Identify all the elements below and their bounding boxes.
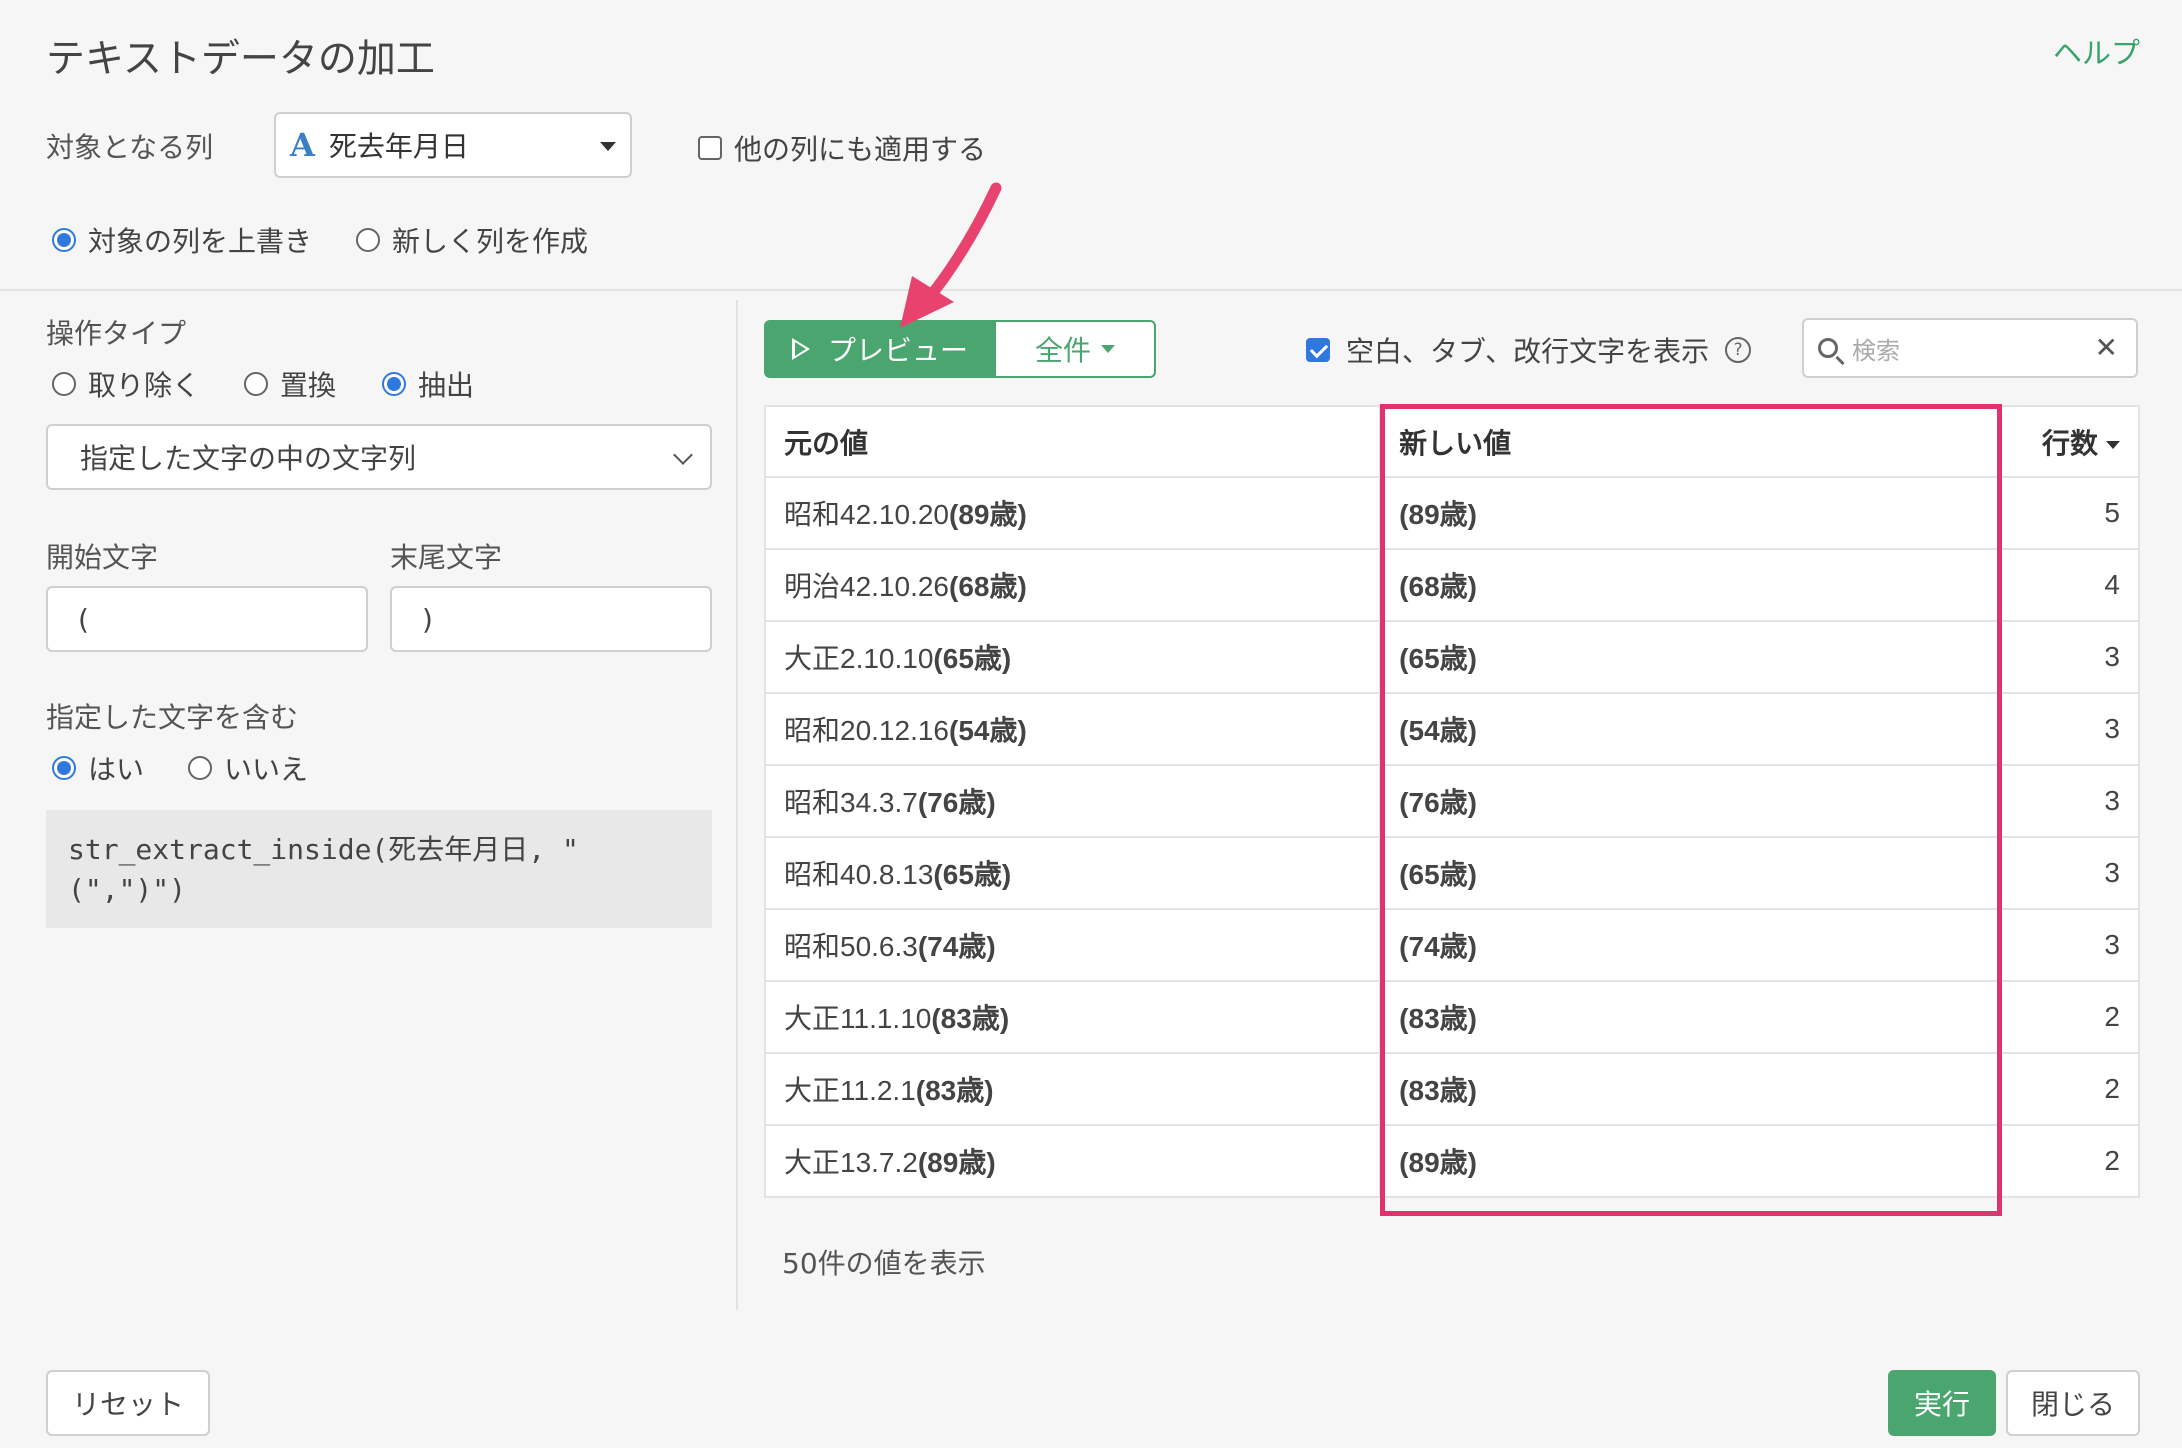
overwrite-option[interactable]: 対象の列を上書き — [52, 220, 312, 260]
operation-extract-option[interactable]: 抽出 — [382, 364, 474, 404]
column-header-original[interactable]: 元の値 — [763, 405, 1382, 478]
extract-label: 抽出 — [418, 369, 475, 402]
original-value-cell: 昭和34.3.7(76歳) — [763, 764, 1382, 838]
operation-type-label: 操作タイプ — [46, 317, 187, 350]
replace-label: 置換 — [280, 369, 337, 402]
include-no-label: いいえ — [224, 753, 309, 786]
search-input[interactable]: 検索 — [1852, 331, 1900, 366]
overwrite-radio[interactable] — [52, 228, 76, 252]
count-cell: 2 — [1998, 980, 2140, 1054]
dialog-title: テキストデータの加工 — [46, 37, 435, 82]
chevron-down-icon — [673, 445, 693, 465]
count-cell: 3 — [1998, 620, 2140, 694]
text-type-icon: A — [290, 126, 315, 164]
all-rows-label: 全件 — [1034, 334, 1091, 367]
overwrite-label: 対象の列を上書き — [88, 225, 313, 258]
new-column-label: 新しく列を作成 — [392, 225, 589, 258]
count-cell: 5 — [1998, 476, 2140, 550]
new-column-radio[interactable] — [356, 228, 380, 252]
extract-radio[interactable] — [382, 372, 406, 396]
original-value-cell: 昭和20.12.16(54歳) — [763, 692, 1382, 766]
include-no-radio[interactable] — [188, 756, 212, 780]
close-button[interactable]: 閉じる — [2006, 1370, 2140, 1436]
run-button[interactable]: 実行 — [1888, 1370, 1996, 1436]
start-char-label: 開始文字 — [46, 541, 159, 574]
help-question-icon[interactable]: ? — [1725, 337, 1752, 363]
operation-replace-option[interactable]: 置換 — [244, 364, 336, 404]
count-cell: 3 — [1998, 764, 2140, 838]
count-cell: 3 — [1998, 692, 2140, 766]
search-icon — [1818, 338, 1838, 358]
include-chars-label: 指定した文字を含む — [46, 701, 299, 734]
target-column-value: 死去年月日 — [328, 130, 469, 163]
count-cell: 2 — [1998, 1124, 2140, 1198]
caret-down-icon — [1101, 345, 1115, 353]
original-value-cell: 昭和50.6.3(74歳) — [763, 908, 1382, 982]
end-char-label: 末尾文字 — [390, 541, 503, 574]
apply-other-columns-option[interactable]: 他の列にも適用する — [698, 128, 986, 168]
new-column-option[interactable]: 新しく列を作成 — [356, 220, 588, 260]
apply-other-columns-checkbox[interactable] — [698, 136, 722, 160]
original-value-cell: 昭和40.8.13(65歳) — [763, 836, 1382, 910]
extract-method-select[interactable]: 指定した文字の中の文字列 — [46, 424, 712, 490]
original-value-cell: 大正2.10.10(65歳) — [763, 620, 1382, 694]
section-divider — [0, 289, 2182, 291]
search-box[interactable]: 検索 ✕ — [1802, 318, 2138, 378]
count-cell: 2 — [1998, 1052, 2140, 1126]
remove-label: 取り除く — [88, 369, 201, 402]
original-value-cell: 大正13.7.2(89歳) — [763, 1124, 1382, 1198]
include-no-option[interactable]: いいえ — [188, 748, 308, 788]
original-value-cell: 明治42.10.26(68歳) — [763, 548, 1382, 622]
column-header-count[interactable]: 行数 — [1998, 405, 2140, 478]
show-whitespace-option[interactable]: 空白、タブ、改行文字を表示 ? — [1306, 330, 1752, 370]
start-char-input[interactable]: ( — [46, 586, 368, 652]
extract-method-value: 指定した文字の中の文字列 — [80, 442, 417, 475]
operation-remove-option[interactable]: 取り除く — [52, 364, 200, 404]
remove-radio[interactable] — [52, 372, 76, 396]
include-yes-label: はい — [88, 753, 145, 786]
clear-search-icon[interactable]: ✕ — [2095, 334, 2118, 362]
end-char-input[interactable]: ) — [390, 586, 712, 652]
count-cell: 4 — [1998, 548, 2140, 622]
show-whitespace-checkbox[interactable] — [1306, 338, 1330, 362]
apply-other-columns-label: 他の列にも適用する — [734, 133, 987, 166]
show-whitespace-label: 空白、タブ、改行文字を表示 — [1346, 335, 1710, 368]
dropdown-caret-icon — [600, 142, 616, 151]
play-icon — [791, 338, 810, 360]
help-link[interactable]: ヘルプ — [2053, 30, 2140, 72]
count-cell: 3 — [1998, 908, 2140, 982]
rows-shown-note: 50件の値を表示 — [782, 1247, 986, 1280]
original-value-cell: 昭和42.10.20(89歳) — [763, 476, 1382, 550]
include-yes-option[interactable]: はい — [52, 748, 144, 788]
original-value-cell: 大正11.1.10(83歳) — [763, 980, 1382, 1054]
sort-caret-icon — [2106, 441, 2120, 450]
generated-code: str_extract_inside(死去年月日, "(",")") — [46, 810, 712, 928]
all-rows-dropdown[interactable]: 全件 — [996, 320, 1156, 378]
target-column-label: 対象となる列 — [46, 131, 214, 164]
reset-button[interactable]: リセット — [46, 1370, 210, 1436]
panel-divider — [736, 300, 738, 1310]
target-column-select[interactable]: A 死去年月日 — [274, 112, 632, 178]
replace-radio[interactable] — [244, 372, 268, 396]
include-yes-radio[interactable] — [52, 756, 76, 780]
annotation-arrow-icon — [900, 182, 1002, 328]
original-value-cell: 大正11.2.1(83歳) — [763, 1052, 1382, 1126]
count-cell: 3 — [1998, 836, 2140, 910]
new-value-highlight-box — [1380, 404, 2002, 1216]
